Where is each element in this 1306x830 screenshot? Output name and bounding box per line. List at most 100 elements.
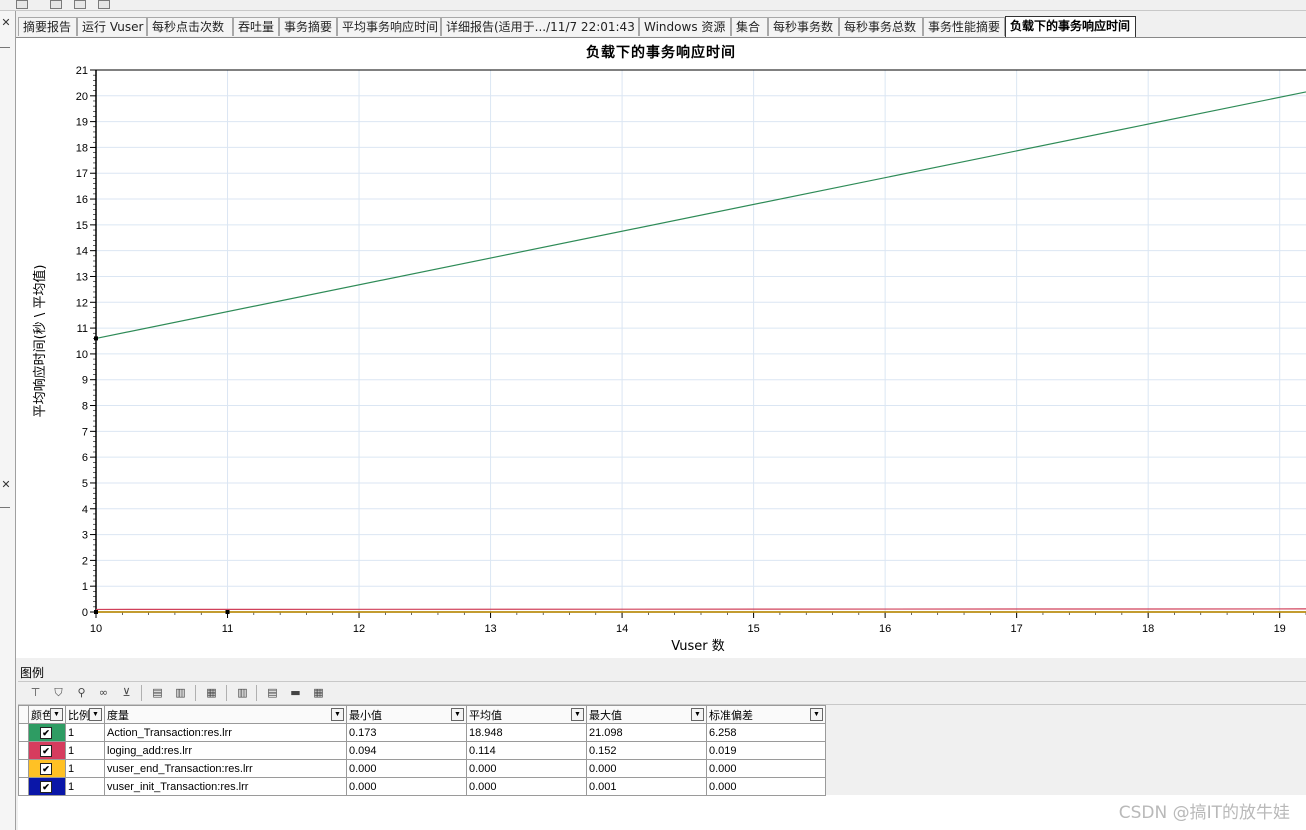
highlight-icon[interactable]: ▤: [150, 685, 165, 700]
visibility-checkbox[interactable]: ✔: [40, 781, 52, 793]
hide-icon[interactable]: ▥: [173, 685, 188, 700]
cell-scale: 1: [65, 723, 105, 742]
chevron-down-icon[interactable]: ▼: [571, 708, 584, 721]
chevron-down-icon[interactable]: ▼: [691, 708, 704, 721]
y-tick-label: 13: [76, 271, 88, 283]
y-tick-label: 8: [82, 401, 88, 413]
cell-std: 0.019: [706, 741, 826, 760]
cell-min: 0.173: [346, 723, 467, 742]
cell-min: 0.000: [346, 777, 467, 796]
tab-5[interactable]: 事务摘要: [279, 17, 337, 36]
tab-6[interactable]: 平均事务响应时间: [337, 17, 441, 36]
ruler-icon[interactable]: ▬: [288, 685, 303, 700]
x-tick-label: 10: [90, 623, 102, 635]
row-selector[interactable]: [18, 759, 29, 778]
properties-icon[interactable]: ▦: [311, 685, 326, 700]
tab-13[interactable]: 负载下的事务响应时间: [1005, 16, 1136, 37]
x-tick-label: 16: [879, 623, 891, 635]
table-row[interactable]: ✔ 1 Action_Transaction:res.lrr 0.173 18.948 2…: [18, 723, 826, 742]
cell-avg: 0.114: [466, 741, 587, 760]
y-tick-label: 20: [76, 91, 88, 103]
column-header[interactable]: 最大值 ▼: [586, 705, 707, 724]
column-header[interactable]: 平均值 ▼: [466, 705, 587, 724]
color-cell[interactable]: ✔: [28, 777, 66, 796]
table-row[interactable]: ✔ 1 vuser_end_Transaction:res.lrr 0.000 0.00…: [18, 759, 826, 778]
column-header-label: 最大值: [589, 709, 622, 722]
binoculars-icon[interactable]: ∞: [96, 685, 111, 700]
column-header-label: 标准偏差: [709, 709, 753, 722]
table-row[interactable]: ✔ 1 vuser_init_Transaction:res.lrr 0.000 0.0…: [18, 777, 826, 796]
column-header[interactable]: [18, 705, 29, 724]
report-icon[interactable]: ▦: [204, 685, 219, 700]
row-selector[interactable]: [18, 777, 29, 796]
data-point-marker: [94, 610, 98, 614]
merge-icon[interactable]: ▤: [265, 685, 280, 700]
visibility-checkbox[interactable]: ✔: [40, 763, 52, 775]
tab-11[interactable]: 每秒事务总数: [839, 17, 923, 36]
y-tick-label: 17: [76, 168, 88, 180]
chevron-down-icon[interactable]: ▼: [50, 708, 63, 721]
tab-2[interactable]: 运行 Vuser: [77, 17, 147, 36]
cell-avg: 18.948: [466, 723, 587, 742]
legend-table: 颜色 ▼ 比例 ▼ 度量 ▼ 最小值 ▼ 平均值 ▼ 最大值 ▼ 标准偏差 ▼ ✔ 1 Action_Tran…: [18, 705, 826, 796]
watermark: CSDN @搞IT的放牛娃: [1118, 803, 1290, 823]
cell-avg: 0.000: [466, 777, 587, 796]
column-header[interactable]: 最小值 ▼: [346, 705, 467, 724]
grid-icon[interactable]: [98, 0, 110, 9]
legend-config-icon[interactable]: ⊤: [28, 685, 43, 700]
cell-max: 0.001: [586, 777, 707, 796]
y-axis-label: 平均响应时间(秒 \ 平均值): [32, 265, 48, 418]
chevron-down-icon[interactable]: ▼: [810, 708, 823, 721]
color-swatch: ✔: [29, 778, 65, 795]
color-cell[interactable]: ✔: [28, 759, 66, 778]
visibility-checkbox[interactable]: ✔: [40, 727, 52, 739]
cell-std: 0.000: [706, 777, 826, 796]
window-icon[interactable]: [16, 0, 28, 9]
table-row[interactable]: ✔ 1 loging_add:res.lrr 0.094 0.114 0.152 0.019: [18, 741, 826, 760]
chevron-down-icon[interactable]: ▼: [451, 708, 464, 721]
row-selector[interactable]: [18, 723, 29, 742]
column-header[interactable]: 度量 ▼: [104, 705, 347, 724]
x-tick-label: 19: [1274, 623, 1286, 635]
response-time-chart[interactable]: 012345678910111213141516171819202110 11 12…: [16, 38, 1306, 658]
link-icon[interactable]: ⚲: [74, 685, 89, 700]
tab-10[interactable]: 每秒事务数: [768, 17, 839, 36]
y-tick-label: 4: [82, 504, 88, 516]
chevron-down-icon[interactable]: ▼: [89, 708, 102, 721]
legend-area-background: [18, 795, 1306, 830]
y-tick-label: 15: [76, 220, 88, 232]
y-tick-label: 18: [76, 142, 88, 154]
toolbar-separator: [256, 685, 257, 701]
close-icon[interactable]: ✕: [0, 17, 12, 29]
funnel-icon[interactable]: ⊻: [119, 685, 134, 700]
filter-icon[interactable]: ⛉: [51, 685, 66, 700]
visibility-checkbox[interactable]: ✔: [40, 745, 52, 757]
column-header[interactable]: 标准偏差 ▼: [706, 705, 826, 724]
y-tick-label: 1: [82, 581, 88, 593]
tab-7[interactable]: 详细报告(适用于.../11/7 22:01:43: [441, 17, 639, 36]
cell-max: 0.152: [586, 741, 707, 760]
close-icon[interactable]: ✕: [0, 479, 12, 491]
report-tab-bar: 摘要报告 运行 Vuser 每秒点击次数 吞吐量 事务摘要 平均事务响应时间 详细报告(适用…: [16, 16, 1306, 37]
column-header[interactable]: 颜色 ▼: [28, 705, 66, 724]
tab-8[interactable]: Windows 资源: [639, 17, 731, 36]
chevron-down-icon[interactable]: ▼: [331, 708, 344, 721]
tab-1[interactable]: 摘要报告: [18, 17, 77, 36]
x-tick-label: 18: [1142, 623, 1154, 635]
color-cell[interactable]: ✔: [28, 741, 66, 760]
tab-9[interactable]: 集合: [731, 17, 768, 36]
tab-4[interactable]: 吞吐量: [233, 17, 279, 36]
x-tick-label: 14: [616, 623, 628, 635]
tab-12[interactable]: 事务性能摘要: [923, 17, 1005, 36]
chart-icon[interactable]: [74, 0, 86, 9]
refresh-icon[interactable]: [50, 0, 62, 9]
y-tick-label: 6: [82, 452, 88, 464]
columns-icon[interactable]: ▥: [235, 685, 250, 700]
column-header[interactable]: 比例 ▼: [65, 705, 105, 724]
tab-3[interactable]: 每秒点击次数: [147, 17, 233, 36]
cell-measure: loging_add:res.lrr: [104, 741, 347, 760]
row-selector[interactable]: [18, 741, 29, 760]
panel-divider: [0, 507, 10, 508]
x-tick-label: 13: [484, 623, 496, 635]
color-cell[interactable]: ✔: [28, 723, 66, 742]
